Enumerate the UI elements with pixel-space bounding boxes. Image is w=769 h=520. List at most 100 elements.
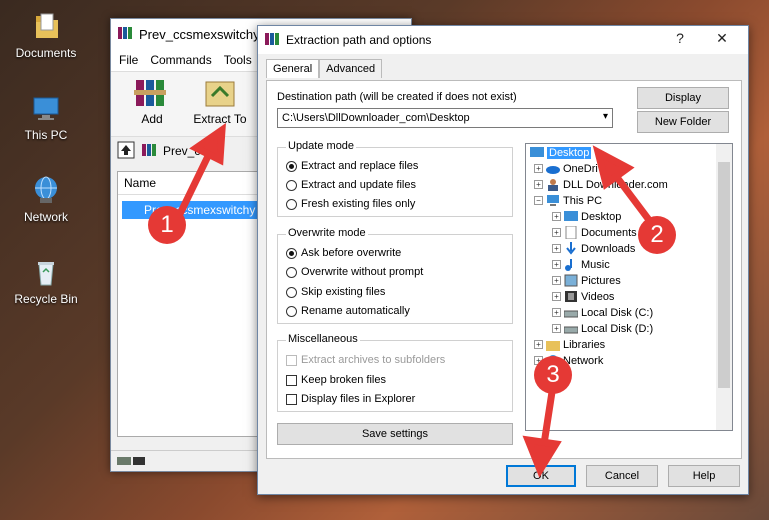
cancel-button[interactable]: Cancel [586,465,658,487]
expand-icon[interactable]: + [534,180,543,189]
radio-extract-update[interactable]: Extract and update files [286,179,416,191]
help-button[interactable]: Help [668,465,740,487]
display-button[interactable]: Display [637,87,729,109]
expand-icon[interactable]: + [552,260,561,269]
desktop-icon-label: This PC [24,128,68,142]
tree-node-music[interactable]: + Music [552,258,610,271]
extract-to-button[interactable]: Extract To [191,76,249,132]
checkbox[interactable] [286,393,297,405]
overwrite-mode-title: Overwrite mode [286,227,368,239]
radio-label: Ask before overwrite [301,247,402,259]
menu-file[interactable]: File [119,53,138,67]
close-icon[interactable]: ✕ [712,30,732,47]
radio-button[interactable] [286,179,297,191]
documents-icon [564,225,578,240]
expand-icon[interactable]: + [534,340,543,349]
chevron-down-icon[interactable]: ▾ [603,111,608,122]
destination-path-value: C:\Users\DllDownloader_com\Desktop [282,112,470,124]
ok-button[interactable]: OK [506,465,576,487]
check-display-explorer[interactable]: Display files in Explorer [286,393,415,405]
desktop-icon-this-pc[interactable]: This PC [8,92,84,142]
tab-advanced[interactable]: Advanced [319,59,383,78]
tree-label: Videos [581,290,615,303]
winrar-app-icon [117,25,133,44]
desktop-icon [564,210,578,223]
radio-button[interactable] [286,198,297,210]
tree-node-downloads[interactable]: + Downloads [552,242,635,255]
radio-label: Skip existing files [301,286,386,298]
tree-label: Libraries [563,338,606,351]
path-text[interactable]: Prev_ccsm [163,144,222,158]
tree-node-pc-desktop[interactable]: + Desktop [552,210,621,223]
menu-tools[interactable]: Tools [224,53,252,67]
checkbox-label: Extract archives to subfolders [301,354,446,366]
menu-commands[interactable]: Commands [150,53,211,67]
radio-button[interactable] [286,247,297,259]
expand-icon[interactable]: + [552,308,561,317]
tree-label: Local Disk (D:) [581,322,654,335]
desktop-icon-documents[interactable]: Documents [8,10,84,60]
tree-node-user[interactable]: + DLL Downloader.com [534,178,668,191]
radio-label: Rename automatically [301,305,410,317]
radio-button[interactable] [286,286,297,298]
expand-icon[interactable]: + [552,292,561,301]
expand-icon[interactable]: + [552,276,561,285]
save-settings-button[interactable]: Save settings [277,423,513,445]
radio-rename-auto[interactable]: Rename automatically [286,305,410,317]
step-2-badge: 2 [638,216,676,254]
radio-extract-replace[interactable]: Extract and replace files [286,160,418,172]
help-icon[interactable]: ? [670,30,690,46]
up-folder-icon[interactable] [117,141,135,162]
tree-node-local-disk-c[interactable]: + Local Disk (C:) [552,306,653,319]
radio-skip-existing[interactable]: Skip existing files [286,286,385,298]
tree-label: Desktop [547,146,592,159]
checkbox [286,354,297,366]
pictures-icon [564,274,578,287]
tree-node-local-disk-d[interactable]: + Local Disk (D:) [552,322,653,335]
desktop-icon-recycle-bin[interactable]: Recycle Bin [8,256,84,306]
tree-node-pictures[interactable]: + Pictures [552,274,621,287]
destination-path-label: Destination path (will be created if doe… [277,91,517,103]
tree-node-videos[interactable]: + Videos [552,290,614,303]
tree-label: Local Disk (C:) [581,306,654,319]
tree-node-documents[interactable]: + Documents [552,225,637,240]
add-archive-icon [132,76,172,110]
expand-icon[interactable]: + [552,212,561,221]
extract-to-label: Extract To [193,112,247,126]
tree-node-desktop-root[interactable]: Desktop [530,146,592,159]
destination-path-combo[interactable]: C:\Users\DllDownloader_com\Desktop ▾ [277,108,613,128]
miscellaneous-group: Miscellaneous Extract archives to subfol… [277,333,513,412]
add-button[interactable]: Add [123,76,181,132]
radio-button[interactable] [286,266,297,278]
radio-button[interactable] [286,160,297,172]
tab-general[interactable]: General [266,59,320,78]
expand-icon[interactable]: + [552,228,561,237]
checkbox[interactable] [286,374,297,386]
expand-icon[interactable]: + [552,244,561,253]
radio-label: Fresh existing files only [301,198,416,210]
collapse-icon[interactable]: − [534,196,543,205]
expand-icon[interactable]: + [534,164,543,173]
new-folder-button[interactable]: New Folder [637,111,729,133]
tree-node-this-pc[interactable]: − This PC [534,194,602,207]
radio-label: Extract and update files [301,179,416,191]
winrar-title: Prev_ccsmexswitchy [139,26,260,42]
check-extract-subfolders: Extract archives to subfolders [286,354,445,366]
checkbox-label: Keep broken files [301,374,386,386]
tree-label: OneDrive [563,162,610,175]
radio-overwrite-without-prompt[interactable]: Overwrite without prompt [286,266,423,278]
overwrite-mode-group: Overwrite mode Ask before overwrite Over… [277,227,513,324]
step-1-badge: 1 [148,206,186,244]
desktop-icon-network[interactable]: Network [8,174,84,224]
scrollbar-thumb[interactable] [718,162,730,388]
music-icon [564,258,578,271]
expand-icon[interactable]: + [552,324,561,333]
check-keep-broken[interactable]: Keep broken files [286,374,386,386]
radio-fresh-existing[interactable]: Fresh existing files only [286,198,415,210]
radio-button[interactable] [286,305,297,317]
tree-scrollbar[interactable] [716,144,732,430]
tree-label: Music [581,258,610,271]
tree-node-onedrive[interactable]: + OneDrive [534,162,609,175]
radio-ask-before[interactable]: Ask before overwrite [286,247,401,259]
tree-node-libraries[interactable]: + Libraries [534,338,605,351]
